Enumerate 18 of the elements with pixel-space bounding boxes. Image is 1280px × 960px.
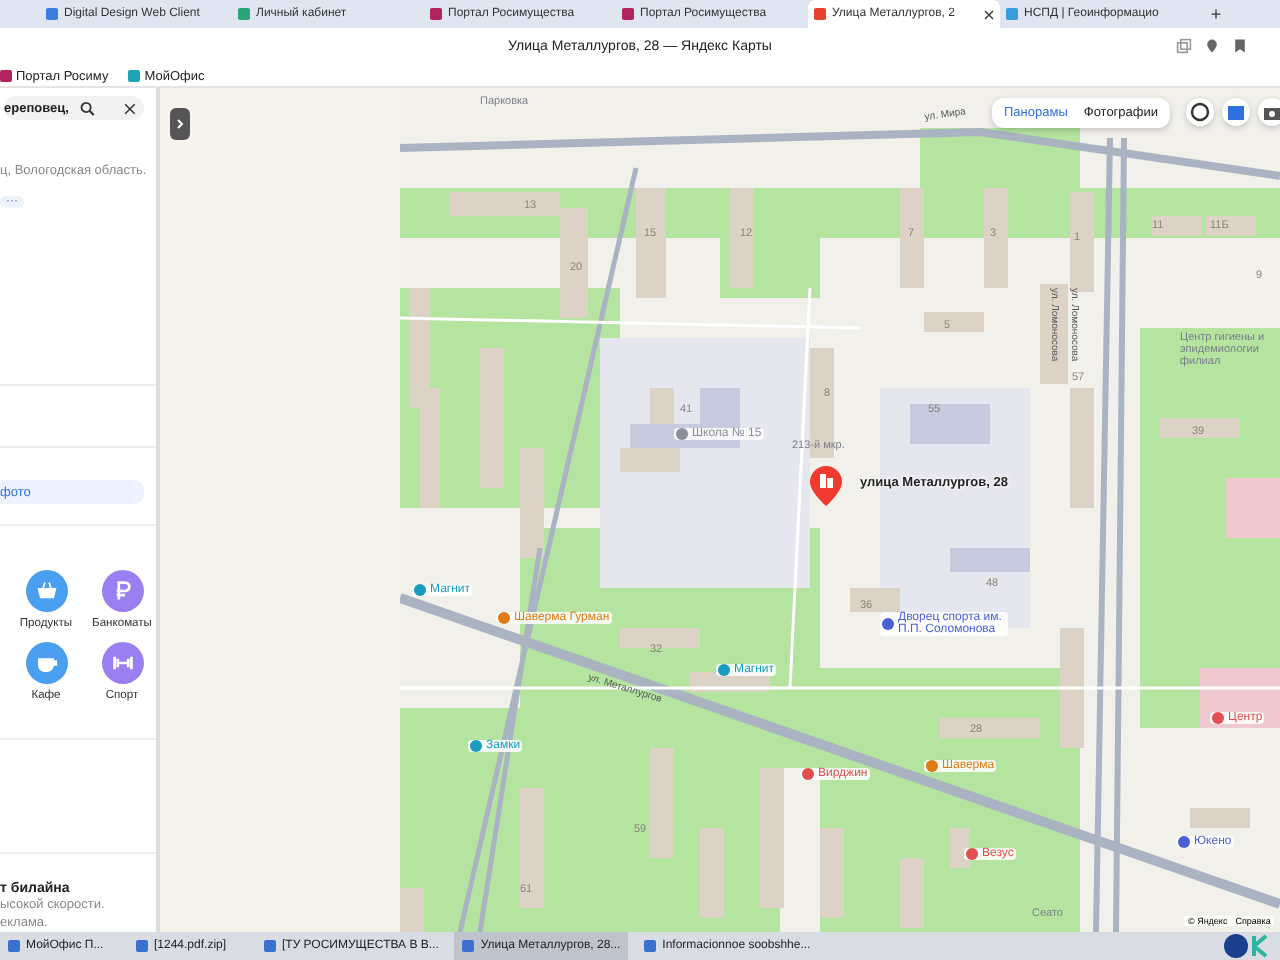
search-icon[interactable] [80, 99, 97, 118]
location-pin-icon[interactable] [1204, 38, 1220, 54]
location-pin-icon[interactable] [810, 466, 842, 506]
app-logo-icon[interactable] [1224, 934, 1272, 958]
close-icon[interactable] [984, 9, 994, 19]
bookmark-icon[interactable] [1232, 38, 1248, 54]
close-icon[interactable] [124, 101, 136, 116]
copy-icon[interactable] [1176, 38, 1192, 54]
layers-icon[interactable] [1186, 98, 1214, 126]
new-tab-button[interactable]: + [1204, 0, 1228, 28]
panorama-icon[interactable] [1222, 98, 1250, 126]
app-icon [8, 940, 20, 952]
app-icon [264, 940, 276, 952]
app-icon [462, 940, 475, 952]
camera-icon[interactable] [1258, 98, 1280, 126]
collapse-button[interactable] [170, 108, 190, 140]
app-icon [644, 940, 657, 952]
app-icon [136, 940, 148, 952]
